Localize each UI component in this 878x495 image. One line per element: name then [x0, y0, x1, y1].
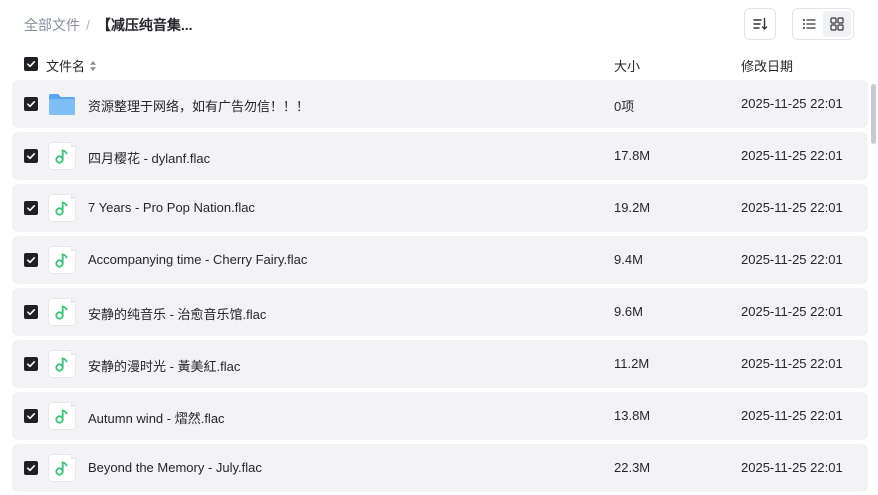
column-header-name-label: 文件名 — [46, 59, 86, 74]
grid-view-icon — [830, 17, 844, 31]
row-checkbox[interactable] — [24, 409, 38, 423]
file-modified-date: 2025-11-25 22:01 — [741, 96, 843, 111]
row-checkbox[interactable] — [24, 357, 38, 371]
file-modified-date: 2025-11-25 22:01 — [741, 200, 843, 215]
check-icon — [26, 308, 36, 316]
file-size: 13.8M — [614, 408, 651, 423]
file-row[interactable]: 资源整理于网络，如有广告勿信！！！ 0项 2025-11-25 22:01 — [12, 80, 868, 128]
file-size: 0项 — [614, 99, 635, 114]
row-checkbox[interactable] — [24, 461, 38, 475]
audio-file-icon — [48, 402, 76, 430]
row-checkbox[interactable] — [24, 305, 38, 319]
top-bar: 全部文件 / 【减压纯音集... — [0, 0, 878, 48]
file-row[interactable]: 7 Years - Pro Pop Nation.flac 19.2M 2025-1… — [12, 184, 868, 232]
row-checkbox[interactable] — [24, 201, 38, 215]
file-size: 22.3M — [614, 460, 651, 475]
file-modified-date: 2025-11-25 22:01 — [741, 460, 843, 475]
file-name[interactable]: 7 Years - Pro Pop Nation.flac — [88, 200, 255, 215]
file-name[interactable]: Beyond the Memory - July.flac — [88, 460, 262, 475]
grid-view-button[interactable] — [823, 11, 851, 37]
folder-icon — [48, 90, 76, 118]
check-icon — [26, 60, 36, 68]
file-name[interactable]: 安静的纯音乐 - 治愈音乐馆.flac — [88, 304, 266, 323]
select-all-checkbox[interactable] — [24, 57, 38, 71]
column-header-size[interactable]: 大小 — [614, 56, 640, 75]
file-modified-date: 2025-11-25 22:01 — [741, 356, 843, 371]
view-mode-toggle — [792, 8, 854, 40]
check-icon — [26, 360, 36, 368]
breadcrumb-root-link[interactable]: 全部文件 — [24, 15, 80, 35]
file-size: 9.6M — [614, 304, 643, 319]
row-checkbox[interactable] — [24, 253, 38, 267]
check-icon — [26, 100, 36, 108]
file-row[interactable]: Beyond the Memory - July.flac 22.3M 2025-1… — [12, 444, 868, 492]
row-checkbox[interactable] — [24, 97, 38, 111]
breadcrumb-current-folder: 【减压纯音集... — [96, 17, 193, 33]
check-icon — [26, 412, 36, 420]
file-modified-date: 2025-11-25 22:01 — [741, 304, 843, 319]
audio-file-icon — [48, 454, 76, 482]
sort-button[interactable] — [744, 8, 776, 40]
file-name[interactable]: 四月樱花 - dylanf.flac — [88, 148, 210, 167]
column-header-name[interactable]: 文件名 — [46, 56, 97, 75]
check-icon — [26, 204, 36, 212]
column-header-modified[interactable]: 修改日期 — [741, 56, 793, 75]
file-modified-date: 2025-11-25 22:01 — [741, 408, 843, 423]
sort-arrows-icon — [90, 60, 97, 71]
list-view-button[interactable] — [795, 11, 823, 37]
audio-file-icon — [48, 194, 76, 222]
file-row[interactable]: 安静的漫时光 - 黃美紅.flac 11.2M 2025-11-25 22:01 — [12, 340, 868, 388]
file-modified-date: 2025-11-25 22:01 — [741, 148, 843, 163]
file-name[interactable]: Accompanying time - Cherry Fairy.flac — [88, 252, 307, 267]
file-size: 11.2M — [614, 356, 650, 371]
sort-icon — [753, 17, 768, 30]
audio-file-icon — [48, 142, 76, 170]
file-name[interactable]: 资源整理于网络，如有广告勿信！！！ — [88, 96, 309, 115]
row-checkbox[interactable] — [24, 149, 38, 163]
file-row[interactable]: Autumn wind - 熠然.flac 13.8M 2025-11-25 22:… — [12, 392, 868, 440]
file-modified-date: 2025-11-25 22:01 — [741, 252, 843, 267]
check-icon — [26, 464, 36, 472]
breadcrumb: 全部文件 / 【减压纯音集... — [24, 15, 193, 35]
file-name[interactable]: 安静的漫时光 - 黃美紅.flac — [88, 356, 240, 375]
breadcrumb-separator: / — [86, 17, 90, 33]
check-icon — [26, 152, 36, 160]
table-header: 文件名 大小 修改日期 — [0, 50, 878, 78]
file-row[interactable]: Accompanying time - Cherry Fairy.flac 9.4… — [12, 236, 868, 284]
file-row[interactable]: 安静的纯音乐 - 治愈音乐馆.flac 9.6M 2025-11-25 22:01 — [12, 288, 868, 336]
file-size: 9.4M — [614, 252, 643, 267]
file-row[interactable]: 四月樱花 - dylanf.flac 17.8M 2025-11-25 22:01 — [12, 132, 868, 180]
file-size: 19.2M — [614, 200, 651, 215]
file-name[interactable]: Autumn wind - 熠然.flac — [88, 408, 225, 427]
check-icon — [26, 256, 36, 264]
list-view-icon — [803, 19, 816, 29]
audio-file-icon — [48, 246, 76, 274]
file-size: 17.8M — [614, 148, 651, 163]
audio-file-icon — [48, 298, 76, 326]
scrollbar-thumb[interactable] — [871, 84, 876, 144]
audio-file-icon — [48, 350, 76, 378]
